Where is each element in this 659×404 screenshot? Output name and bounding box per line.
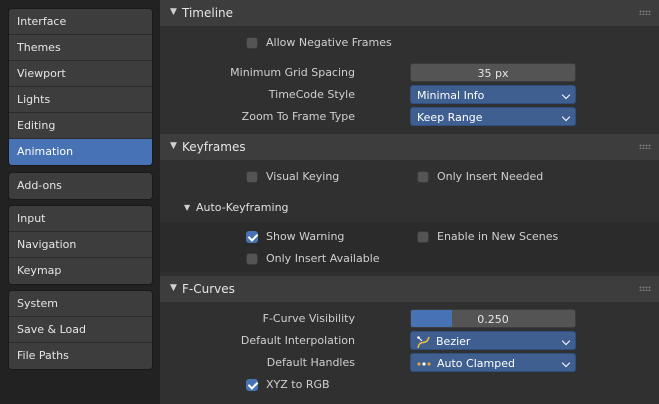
sidebar-group-input: Input Navigation Keymap: [8, 205, 153, 285]
chevron-down-icon: [561, 112, 571, 122]
only-insert-available-checkbox[interactable]: [246, 253, 258, 265]
drag-grip-icon[interactable]: [639, 10, 651, 15]
dropdown-value: Keep Range: [417, 111, 483, 124]
sidebar-item-interface[interactable]: Interface: [9, 9, 152, 35]
dropdown-value: Minimal Info: [417, 89, 485, 102]
only-insert-available-label: Only Insert Available: [266, 252, 380, 265]
collapse-triangle-icon: ▼: [170, 7, 177, 17]
min-grid-spacing-label: Minimum Grid Spacing: [230, 66, 355, 79]
handle-points-icon: [417, 362, 431, 366]
fcurve-visibility-slider[interactable]: 0.250: [410, 309, 576, 328]
drag-grip-icon[interactable]: [639, 144, 651, 149]
allow-negative-frames-label: Allow Negative Frames: [266, 36, 392, 49]
min-grid-spacing-field[interactable]: 35 px: [410, 63, 576, 82]
sidebar-item-themes[interactable]: Themes: [9, 35, 152, 61]
zoom-to-frame-type-dropdown[interactable]: Keep Range: [410, 107, 576, 126]
panel-title: Timeline: [182, 6, 234, 20]
show-warning-label: Show Warning: [266, 230, 345, 243]
only-insert-needed-label: Only Insert Needed: [437, 170, 544, 183]
chevron-down-icon: [561, 336, 571, 346]
collapse-triangle-icon: ▼: [170, 283, 177, 293]
default-interpolation-label: Default Interpolation: [240, 334, 355, 347]
sidebar-item-keymap[interactable]: Keymap: [9, 258, 152, 284]
xyz-to-rgb-label: XYZ to RGB: [266, 378, 330, 391]
fcurve-visibility-label: F-Curve Visibility: [262, 312, 355, 325]
chevron-down-icon: [561, 358, 571, 368]
default-interpolation-dropdown[interactable]: Bezier: [410, 331, 576, 350]
panel-title: F-Curves: [182, 282, 235, 296]
bezier-curve-icon: [417, 335, 430, 348]
timecode-style-label: TimeCode Style: [268, 88, 355, 101]
auto-keyframing-subpanel: Show Warning Enable in New Scenes Only I…: [160, 222, 659, 272]
default-handles-dropdown[interactable]: Auto Clamped: [410, 353, 576, 372]
allow-negative-frames-checkbox[interactable]: [246, 37, 258, 49]
sidebar-group-addons: Add-ons: [8, 172, 153, 200]
dropdown-value: Bezier: [436, 335, 471, 348]
timecode-style-dropdown[interactable]: Minimal Info: [410, 85, 576, 104]
collapse-triangle-icon: ▼: [170, 141, 177, 151]
slider-value: 0.250: [477, 313, 509, 326]
drag-grip-icon[interactable]: [639, 286, 651, 291]
only-insert-needed-checkbox[interactable]: [417, 171, 429, 183]
panel-header-keyframes[interactable]: ▼ Keyframes: [160, 134, 659, 160]
sidebar-item-input[interactable]: Input: [9, 206, 152, 232]
show-warning-checkbox[interactable]: [246, 231, 258, 243]
sidebar-group-main: Interface Themes Viewport Lights Editing…: [8, 8, 153, 166]
zoom-to-frame-type-label: Zoom To Frame Type: [241, 110, 355, 123]
preferences-main: ▼ Timeline Allow Negative Frames Minimum…: [160, 0, 659, 404]
visual-keying-checkbox[interactable]: [246, 171, 258, 183]
sidebar-item-animation[interactable]: Animation: [9, 139, 152, 165]
enable-in-new-scenes-label: Enable in New Scenes: [437, 230, 559, 243]
sidebar-item-navigation[interactable]: Navigation: [9, 232, 152, 258]
dropdown-value: Auto Clamped: [437, 357, 515, 370]
slider-fill: [411, 310, 452, 327]
xyz-to-rgb-checkbox[interactable]: [246, 379, 258, 391]
visual-keying-label: Visual Keying: [266, 170, 340, 183]
subpanel-title-auto-keyframing[interactable]: Auto-Keyframing: [196, 201, 289, 214]
collapse-triangle-icon[interactable]: ▼: [184, 203, 190, 212]
chevron-down-icon: [561, 90, 571, 100]
sidebar-item-addons[interactable]: Add-ons: [9, 173, 152, 199]
enable-in-new-scenes-checkbox[interactable]: [417, 231, 429, 243]
panel-title: Keyframes: [182, 140, 246, 154]
panel-header-timeline[interactable]: ▼ Timeline: [160, 0, 659, 26]
panel-header-fcurves[interactable]: ▼ F-Curves: [160, 276, 659, 302]
default-handles-label: Default Handles: [266, 356, 355, 369]
